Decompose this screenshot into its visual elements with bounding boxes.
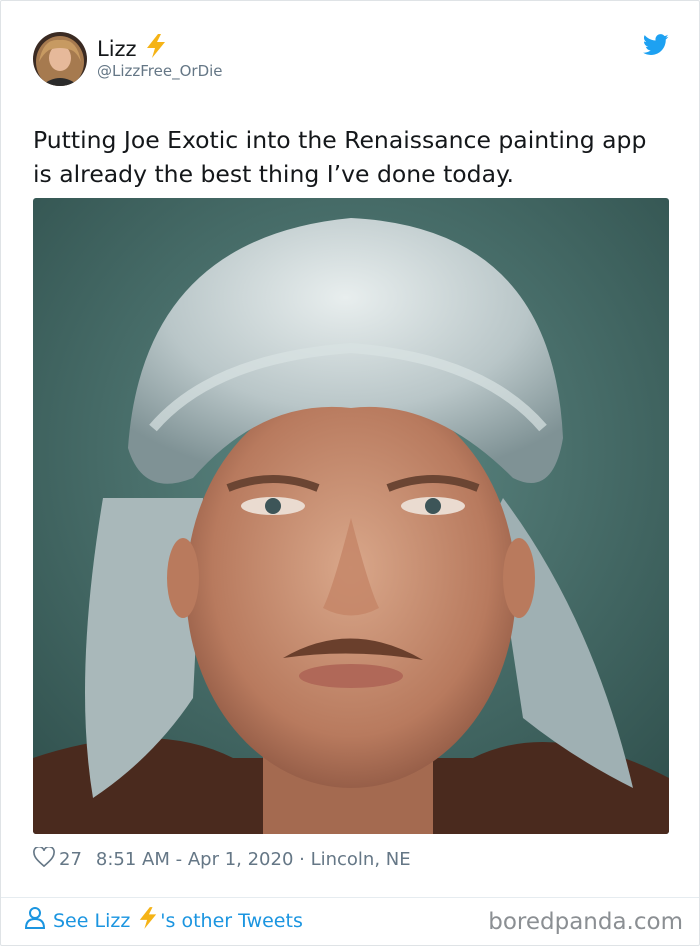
tweet-photo[interactable] <box>33 198 669 834</box>
avatar[interactable] <box>33 32 87 86</box>
lightning-bolt-icon <box>138 907 158 934</box>
like-count[interactable]: 27 <box>59 849 82 870</box>
heart-outline-icon[interactable] <box>33 845 55 872</box>
tweet-meta: 27 8:51 AM - Apr 1, 2020 · Lincoln, NE <box>33 845 411 872</box>
author-row[interactable]: Lizz <box>97 34 167 64</box>
twitter-bird-icon[interactable] <box>642 34 669 56</box>
see-other-tweets-suffix: 's other Tweets <box>160 909 303 932</box>
person-outline-icon <box>24 907 46 934</box>
author-name[interactable]: Lizz <box>97 36 137 62</box>
see-other-tweets-link[interactable]: See Lizz 's other Tweets <box>24 907 303 934</box>
footer-divider <box>1 897 699 898</box>
see-other-tweets-prefix: See Lizz <box>53 909 131 932</box>
author-handle[interactable]: @LizzFree_OrDie <box>97 62 223 80</box>
lightning-bolt-icon <box>145 34 167 64</box>
meta-separator: · <box>293 848 311 870</box>
tweet-location[interactable]: Lincoln, NE <box>311 849 411 870</box>
watermark-text: boredpanda.com <box>488 909 683 935</box>
tweet-text: Putting Joe Exotic into the Renaissance … <box>33 126 647 188</box>
tweet-card: Lizz @LizzFree_OrDie Putting Joe Exotic … <box>0 0 700 946</box>
tweet-timestamp[interactable]: 8:51 AM - Apr 1, 2020 <box>96 849 294 870</box>
